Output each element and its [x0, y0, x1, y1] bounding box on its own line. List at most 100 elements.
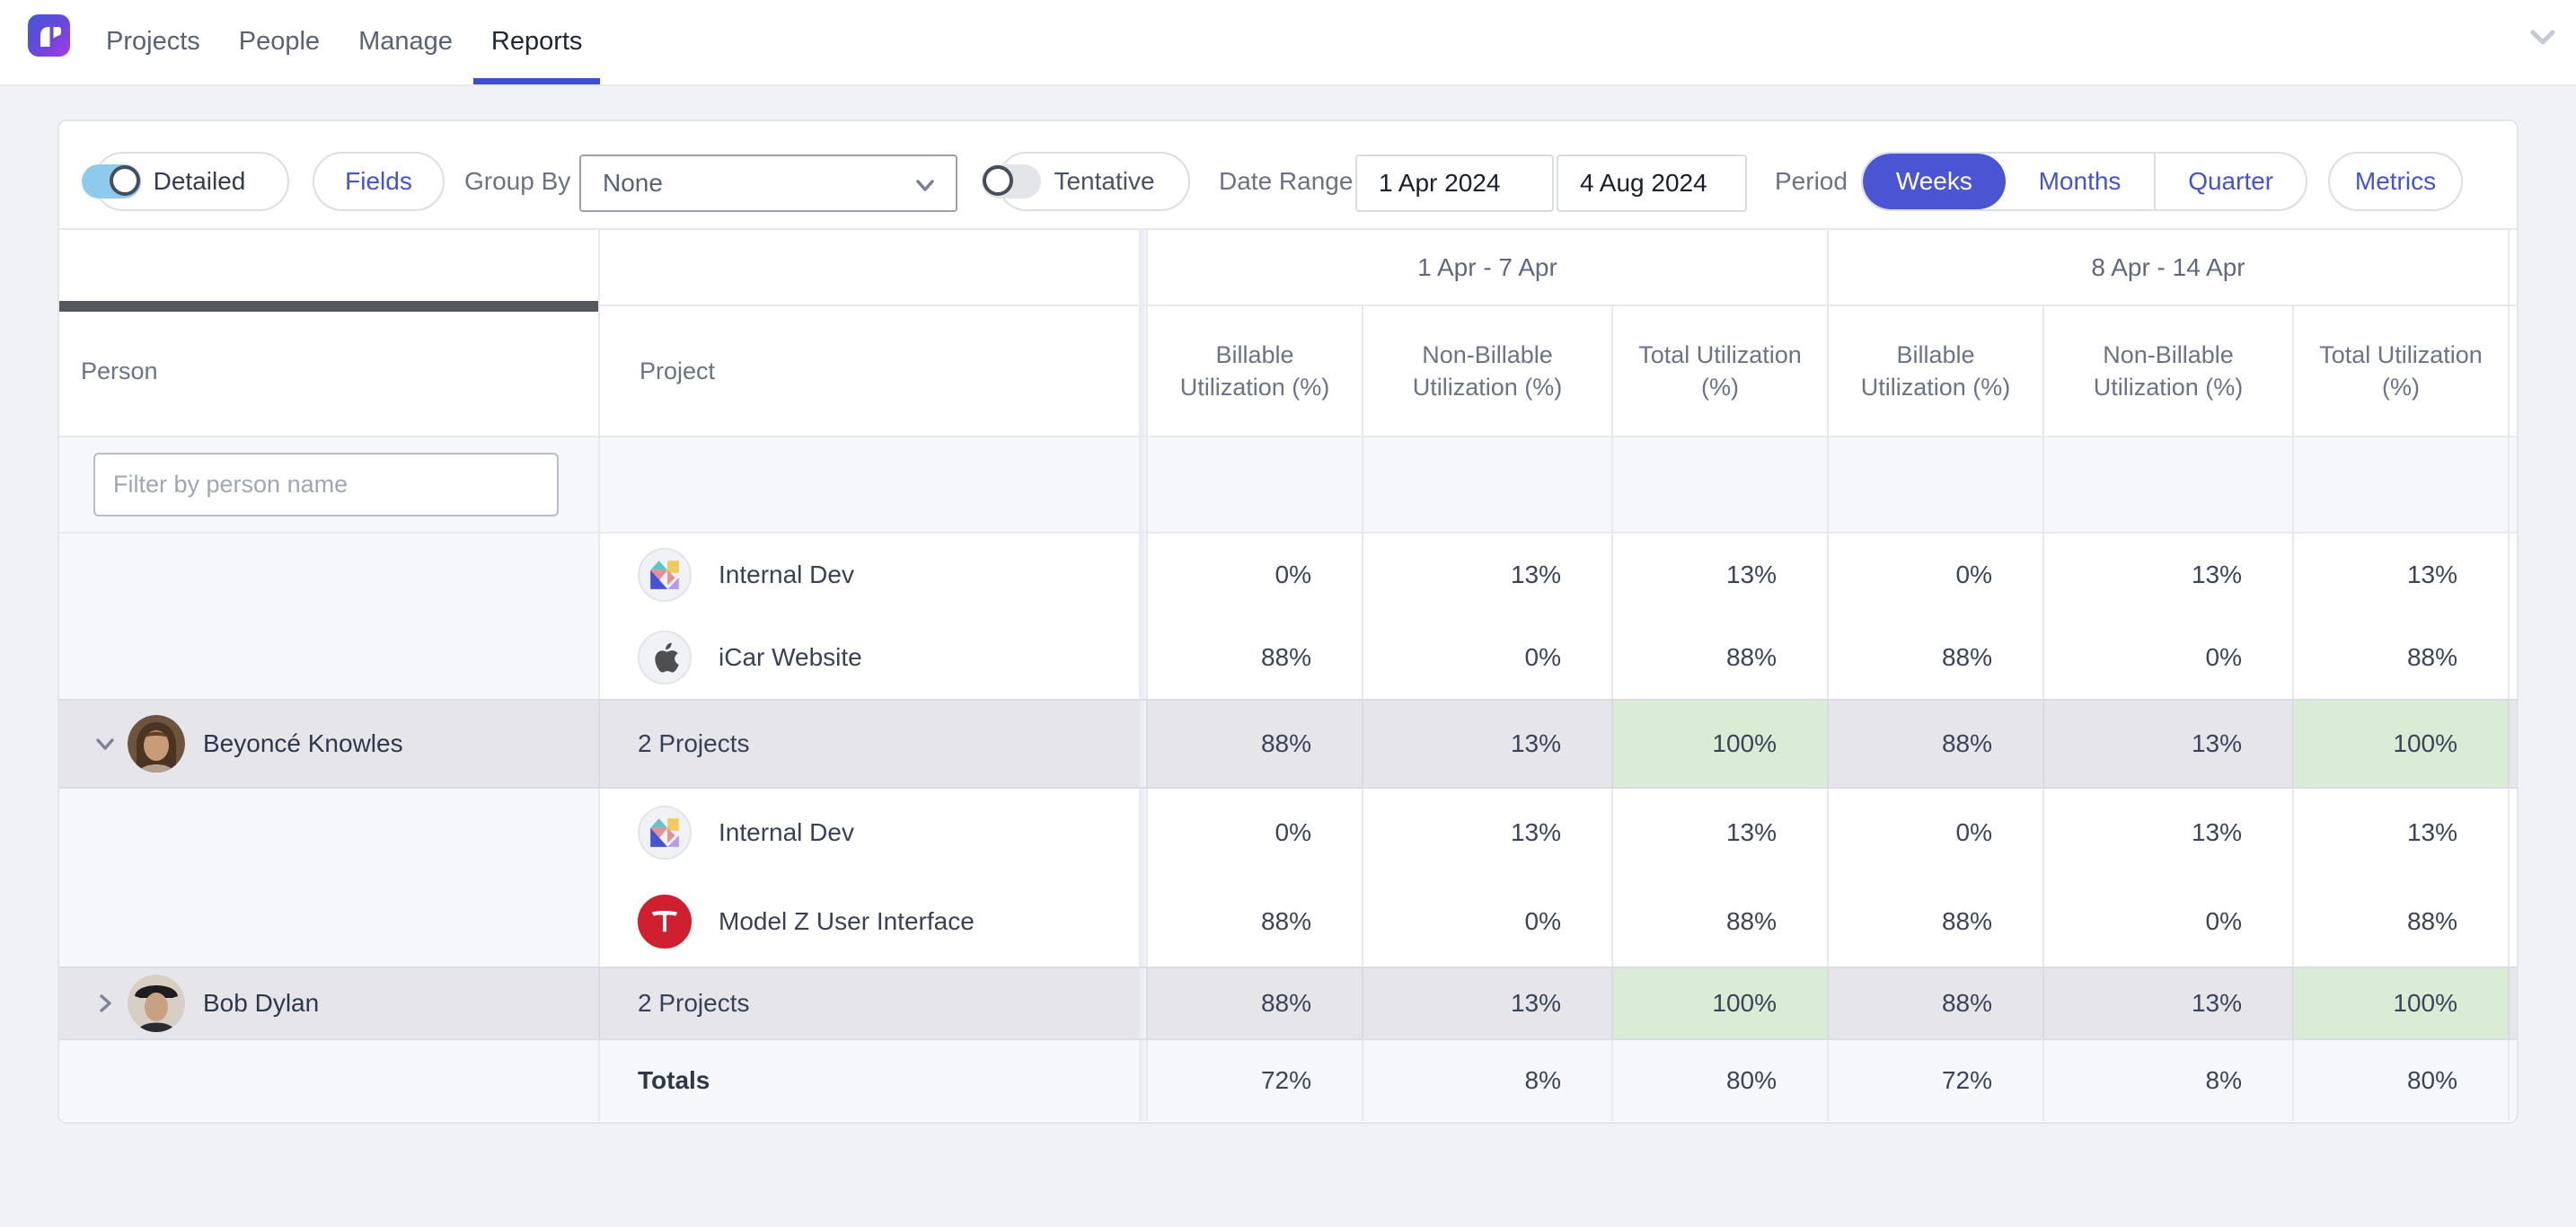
- header-end-spacer: [2508, 306, 2517, 436]
- fields-button[interactable]: Fields: [313, 152, 445, 211]
- frozen-pane-separator: [1139, 1040, 1146, 1121]
- frozen-pane-separator: [1139, 306, 1146, 436]
- person-summary-row[interactable]: Beyoncé Knowles 2 Projects 88% 13% 100% …: [59, 699, 2517, 789]
- group-by-selected-value: None: [603, 169, 663, 198]
- runn-logo[interactable]: [28, 14, 70, 57]
- value-cell: 88%: [1611, 877, 1827, 967]
- person-filter-input[interactable]: [93, 453, 559, 516]
- period-option-weeks[interactable]: Weeks: [1863, 154, 2006, 209]
- value-cell: 13%: [2042, 701, 2292, 787]
- value-cell: 72%: [1146, 1040, 1362, 1121]
- project-detail-row: Model Z User Interface 88% 0% 88% 88% 0%…: [59, 877, 2517, 967]
- value-cell: 13%: [2292, 534, 2508, 616]
- expand-row-chevron-right-icon[interactable]: [93, 992, 117, 1015]
- project-name: Internal Dev: [719, 561, 854, 589]
- value-cell: 88%: [1827, 877, 2042, 967]
- person-name: Bob Dylan: [203, 989, 319, 1018]
- period-option-months[interactable]: Months: [2006, 154, 2155, 209]
- date-start-input[interactable]: [1355, 154, 1554, 212]
- main-nav: Projects People Manage Reports: [88, 0, 600, 84]
- metrics-button[interactable]: Metrics: [2328, 152, 2463, 211]
- internal-dev-logo-icon: [638, 806, 692, 860]
- value-cell: 88%: [1146, 877, 1362, 967]
- value-cell: 0%: [1146, 789, 1362, 877]
- collapse-chevron-down-icon[interactable]: [2529, 29, 2556, 51]
- value-cell: 13%: [2292, 789, 2508, 877]
- project-name: iCar Website: [719, 643, 862, 672]
- report-toolbar: Detailed Fields Group By None Tentative …: [59, 121, 2517, 230]
- date-range-label: Date Range: [1219, 152, 1353, 211]
- toggle-knob-icon: [983, 165, 1013, 196]
- date-end-input[interactable]: [1557, 154, 1747, 212]
- horizontal-scrollbar-thumb[interactable]: [59, 301, 598, 312]
- value-cell: 0%: [1146, 534, 1362, 616]
- runn-logo-glyph: [28, 14, 70, 57]
- value-cell: 88%: [1146, 701, 1362, 787]
- totals-label: Totals: [598, 1040, 1139, 1121]
- value-cell: 13%: [2042, 789, 2292, 877]
- nav-item-reports[interactable]: Reports: [473, 0, 601, 84]
- utilization-report-page: { "nav": { "items": ["Projects", "People…: [0, 0, 2576, 1227]
- utilization-table: 1 Apr - 7 Apr 8 Apr - 14 Apr Person Proj…: [59, 230, 2517, 1122]
- tesla-logo-icon: [638, 895, 692, 949]
- chevron-down-icon: [913, 172, 938, 198]
- frozen-pane-separator: [1139, 701, 1146, 787]
- person-column-header: Person: [59, 306, 598, 436]
- value-cell: 0%: [2042, 616, 2292, 699]
- nav-item-projects[interactable]: Projects: [88, 0, 218, 84]
- frozen-pane-separator: [1139, 789, 1146, 877]
- value-cell-highlighted: 100%: [1611, 968, 1827, 1038]
- group-by-select[interactable]: None: [579, 154, 957, 212]
- project-detail-row: Internal Dev 0% 13% 13% 0% 13% 13%: [59, 789, 2517, 877]
- value-cell: 8%: [1362, 1040, 1611, 1121]
- value-cell: 72%: [1827, 1040, 2042, 1121]
- project-count: 2 Projects: [600, 989, 750, 1018]
- frozen-pane-separator: [1139, 230, 1146, 305]
- avatar: [128, 975, 185, 1032]
- value-cell: 13%: [1362, 534, 1611, 616]
- internal-dev-logo-icon: [638, 548, 692, 602]
- tentative-toggle-label: Tentative: [1054, 167, 1154, 196]
- person-summary-row[interactable]: Bob Dylan 2 Projects 88% 13% 100% 88% 13…: [59, 967, 2517, 1040]
- totals-row: Totals 72% 8% 80% 72% 8% 80%: [59, 1040, 2517, 1121]
- nav-item-manage[interactable]: Manage: [340, 0, 471, 84]
- value-cell: 88%: [1827, 616, 2042, 699]
- billable-utilization-header-week2: Billable Utilization (%): [1827, 306, 2042, 436]
- metrics-button-label: Metrics: [2355, 167, 2436, 196]
- value-cell: 88%: [1827, 701, 2042, 787]
- tentative-toggle-switch[interactable]: [982, 164, 1041, 199]
- value-cell: 13%: [1611, 789, 1827, 877]
- value-cell: 13%: [2042, 534, 2292, 616]
- frozen-pane-separator: [1139, 437, 1146, 532]
- week-group-2-header: 8 Apr - 14 Apr: [1827, 230, 2508, 305]
- week-group-header-row: 1 Apr - 7 Apr 8 Apr - 14 Apr: [59, 230, 2517, 306]
- project-detail-row: Internal Dev 0% 13% 13% 0% 13% 13%: [59, 534, 2517, 616]
- value-cell-highlighted: 100%: [2292, 968, 2508, 1038]
- frozen-pane-separator: [1139, 616, 1146, 699]
- value-cell: 88%: [1611, 616, 1827, 699]
- week-group-1-header: 1 Apr - 7 Apr: [1146, 230, 1827, 305]
- detailed-toggle-pill[interactable]: Detailed: [93, 152, 289, 211]
- detailed-toggle-switch[interactable]: [82, 164, 141, 199]
- column-header-row: Person Project Billable Utilization (%) …: [59, 306, 2517, 437]
- project-count: 2 Projects: [600, 729, 750, 758]
- person-name: Beyoncé Knowles: [203, 729, 403, 758]
- filter-project-cell: [598, 437, 1139, 532]
- value-cell: 0%: [1362, 877, 1611, 967]
- value-cell: 13%: [1362, 701, 1611, 787]
- value-cell: 0%: [2042, 877, 2292, 967]
- frozen-pane-separator: [1139, 968, 1146, 1038]
- value-cell: 0%: [1362, 616, 1611, 699]
- group-header-person-spacer: [59, 230, 598, 305]
- value-cell: 88%: [1827, 968, 2042, 1038]
- project-column-header: Project: [598, 306, 1139, 436]
- total-utilization-header-week2: Total Utilization (%): [2292, 306, 2508, 436]
- billable-utilization-header-week1: Billable Utilization (%): [1146, 306, 1362, 436]
- value-cell-highlighted: 100%: [2292, 701, 2508, 787]
- value-cell: 13%: [1362, 968, 1611, 1038]
- collapse-row-chevron-down-icon[interactable]: [93, 732, 117, 755]
- period-option-quarter[interactable]: Quarter: [2154, 154, 2306, 209]
- nav-item-people[interactable]: People: [221, 0, 338, 84]
- tentative-toggle-pill[interactable]: Tentative: [997, 152, 1190, 211]
- total-utilization-header-week1: Total Utilization (%): [1611, 306, 1827, 436]
